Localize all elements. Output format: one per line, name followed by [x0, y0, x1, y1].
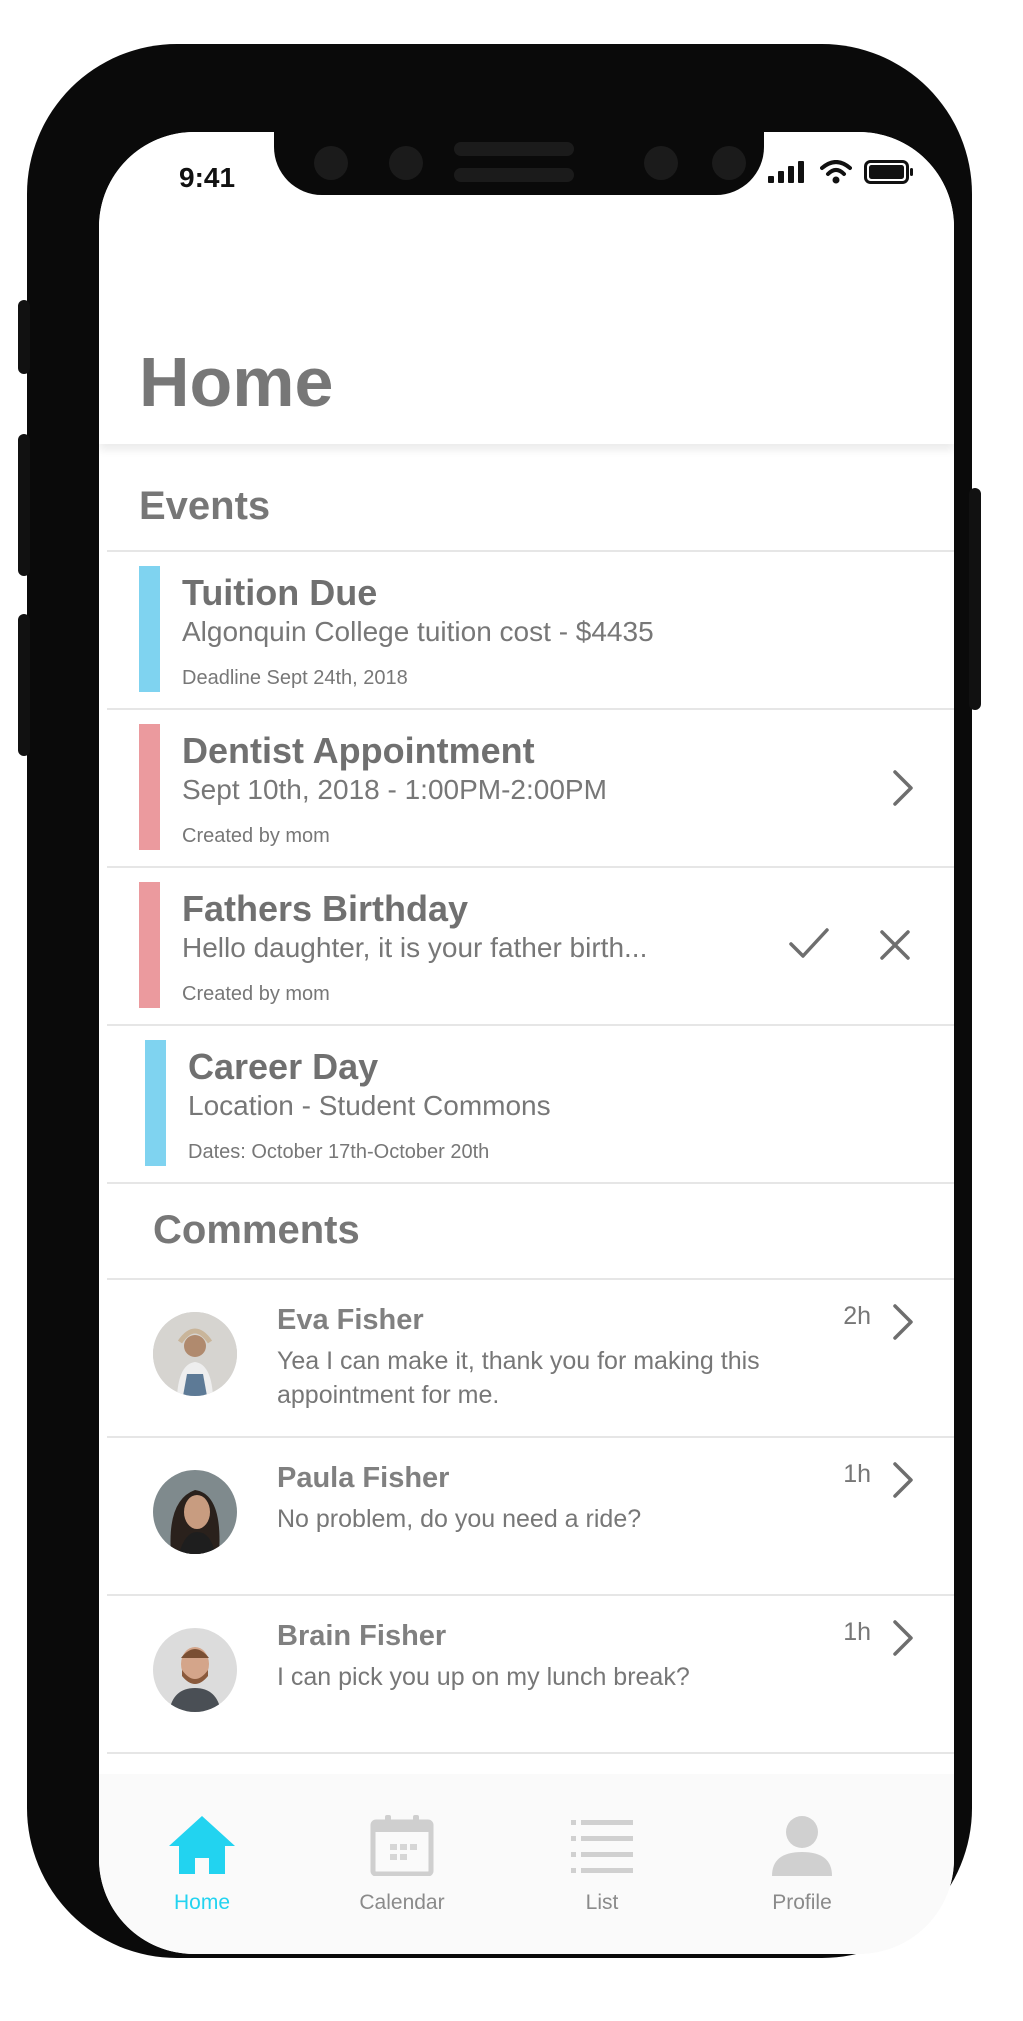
comment-time: 1h	[843, 1460, 871, 1488]
comment-time: 1h	[843, 1618, 871, 1646]
comments-section-title: Comments	[153, 1208, 360, 1252]
close-icon[interactable]	[878, 928, 912, 962]
chevron-right-icon[interactable]	[891, 1460, 915, 1500]
comment-text: I can pick you up on my lunch break?	[277, 1663, 690, 1691]
comment-author: Eva Fisher	[277, 1304, 424, 1336]
sensor-dot	[314, 146, 348, 180]
volume-down-button	[18, 614, 30, 756]
comment-text: No problem, do you need a ride?	[277, 1505, 642, 1533]
wifi-icon	[820, 160, 852, 184]
comment-text: Yea I can make it, thank you for making …	[277, 1347, 760, 1409]
event-meta: Created by mom	[182, 825, 330, 847]
event-accent-bar	[139, 882, 160, 1008]
avatar	[153, 1312, 237, 1396]
volume-up-button	[18, 434, 30, 576]
comment-author: Brain Fisher	[277, 1620, 447, 1652]
speaker-grille	[454, 142, 574, 156]
event-meta: Dates: October 17th-October 20th	[188, 1141, 490, 1163]
battery-icon	[864, 160, 913, 184]
mute-switch	[18, 300, 30, 374]
comment-author: Paula Fisher	[277, 1462, 450, 1494]
events-section-title: Events	[139, 484, 271, 528]
event-meta: Deadline Sept 24th, 2018	[182, 667, 408, 689]
event-subtitle: Location - Student Commons	[188, 1090, 551, 1121]
check-icon[interactable]	[787, 926, 831, 962]
tab-label: Profile	[772, 1891, 832, 1914]
event-item-dentist-appointment[interactable]: Dentist Appointment Sept 10th, 2018 - 1:…	[99, 710, 954, 867]
page-title: Home	[139, 343, 334, 421]
tab-list[interactable]: List	[522, 1814, 682, 1915]
event-item-career-day[interactable]: Career Day Location - Student Commons Da…	[99, 1026, 954, 1183]
divider	[107, 1182, 954, 1184]
avatar	[153, 1470, 237, 1554]
comment-time: 2h	[843, 1302, 871, 1330]
divider	[107, 1752, 954, 1754]
tab-calendar[interactable]: Calendar	[322, 1814, 482, 1915]
speaker-grille	[454, 168, 574, 182]
tab-profile[interactable]: Profile	[722, 1814, 882, 1915]
notch	[274, 132, 764, 195]
sensor-dot	[644, 146, 678, 180]
tab-label: Home	[173, 1891, 231, 1914]
comment-item-brain-fisher[interactable]: Brain Fisher I can pick you up on my lun…	[99, 1596, 954, 1753]
chevron-right-icon[interactable]	[891, 1618, 915, 1658]
screen: 9:41 Home Events Tuition Due Algonquin C…	[99, 132, 954, 1954]
calendar-icon	[370, 1815, 434, 1877]
event-accent-bar	[139, 724, 160, 850]
profile-icon	[772, 1816, 832, 1876]
list-icon	[571, 1820, 633, 1873]
event-subtitle: Hello daughter, it is your father birth.…	[182, 932, 648, 963]
event-subtitle: Algonquin College tuition cost - $4435	[182, 616, 654, 647]
event-title: Dentist Appointment	[182, 730, 535, 771]
front-camera	[712, 146, 746, 180]
avatar	[153, 1628, 237, 1712]
event-accent-bar	[139, 566, 160, 692]
event-title: Fathers Birthday	[182, 888, 469, 929]
event-accent-bar	[145, 1040, 166, 1166]
power-button	[969, 488, 981, 710]
tab-label: List	[585, 1891, 619, 1914]
comment-item-paula-fisher[interactable]: Paula Fisher No problem, do you need a r…	[99, 1438, 954, 1595]
chevron-right-icon[interactable]	[891, 768, 915, 808]
tab-home[interactable]: Home	[122, 1814, 282, 1915]
event-meta: Created by mom	[182, 983, 330, 1005]
event-item-tuition-due[interactable]: Tuition Due Algonquin College tuition co…	[99, 552, 954, 709]
status-icons	[768, 160, 914, 184]
chevron-right-icon[interactable]	[891, 1302, 915, 1342]
event-title: Tuition Due	[182, 572, 378, 613]
tab-label: Calendar	[359, 1891, 445, 1914]
tab-bar: Home Calendar List Profile	[99, 1774, 954, 1954]
event-subtitle: Sept 10th, 2018 - 1:00PM-2:00PM	[182, 774, 607, 805]
status-time: 9:41	[179, 162, 236, 193]
sensor-dot	[389, 146, 423, 180]
event-item-fathers-birthday[interactable]: Fathers Birthday Hello daughter, it is y…	[99, 868, 954, 1025]
home-icon	[169, 1816, 235, 1874]
event-title: Career Day	[188, 1046, 379, 1087]
phone-frame: 9:41 Home Events Tuition Due Algonquin C…	[18, 44, 981, 1958]
signal-icon	[768, 161, 804, 183]
comment-item-eva-fisher[interactable]: Eva Fisher Yea I can make it, thank you …	[99, 1280, 954, 1437]
